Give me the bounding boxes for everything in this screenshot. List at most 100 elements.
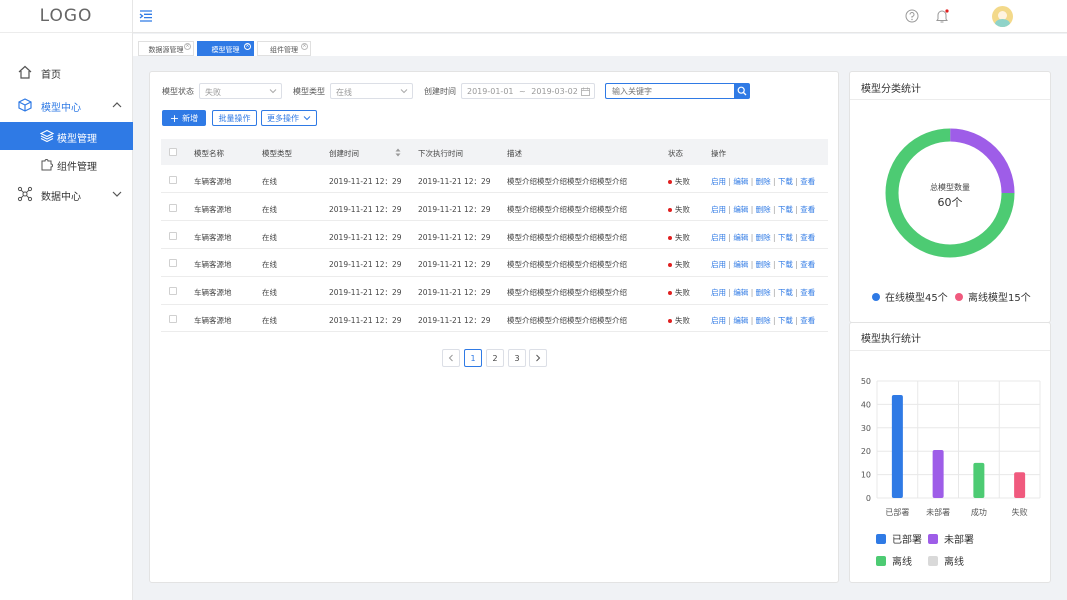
bar-3[interactable]: [1014, 472, 1026, 498]
pagination-page[interactable]: 1: [464, 349, 482, 367]
view-link[interactable]: 查看: [800, 233, 815, 242]
status-select[interactable]: 失败: [199, 83, 282, 99]
tab-model-management[interactable]: 模型管理 ×: [197, 41, 254, 56]
view-link[interactable]: 查看: [800, 177, 815, 186]
cell-actions: 启用 | 编辑 | 删除 | 下载 | 查看: [711, 287, 815, 298]
search-input[interactable]: [605, 83, 734, 99]
cell-next-run: 2019-11-21 12：29: [418, 177, 491, 186]
enable-link[interactable]: 启用: [711, 233, 726, 242]
sort-icon[interactable]: [395, 148, 401, 157]
bar-2[interactable]: [973, 462, 985, 498]
separator: |: [728, 316, 731, 325]
delete-link[interactable]: 删除: [756, 260, 771, 269]
tab-component-management[interactable]: 组件管理 ×: [257, 41, 311, 56]
cell-actions: 启用 | 编辑 | 删除 | 下载 | 查看: [711, 204, 815, 215]
batch-operation-button[interactable]: 批量操作: [212, 110, 257, 126]
status-filter-label: 模型状态: [162, 87, 194, 96]
col-header-created[interactable]: 创建时间: [329, 148, 359, 159]
enable-link[interactable]: 启用: [711, 288, 726, 297]
view-link[interactable]: 查看: [800, 288, 815, 297]
sidebar-item-data-center[interactable]: 数据中心: [0, 180, 133, 208]
delete-link[interactable]: 删除: [756, 233, 771, 242]
row-checkbox[interactable]: [169, 176, 177, 184]
edit-link[interactable]: 编辑: [733, 288, 748, 297]
enable-link[interactable]: 启用: [711, 205, 726, 214]
enable-link[interactable]: 启用: [711, 177, 726, 186]
y-tick-label: 20: [861, 447, 871, 456]
close-icon[interactable]: ×: [184, 43, 191, 50]
row-checkbox[interactable]: [169, 232, 177, 240]
tab-datasource-management[interactable]: 数据源管理 ×: [138, 41, 194, 56]
help-icon[interactable]: [905, 9, 919, 23]
separator: |: [773, 233, 776, 242]
legend-dot: [872, 292, 880, 301]
pagination-page[interactable]: 3: [508, 349, 526, 367]
status-select-value: 失败: [205, 88, 221, 97]
type-select[interactable]: 在线: [330, 83, 413, 99]
pagination-prev-button[interactable]: [442, 349, 460, 367]
chevron-up-icon: [112, 102, 122, 108]
cell-created: 2019-11-21 12：29: [329, 288, 402, 297]
download-link[interactable]: 下载: [778, 233, 793, 242]
download-link[interactable]: 下载: [778, 177, 793, 186]
row-checkbox[interactable]: [169, 204, 177, 212]
chevron-down-icon: [400, 89, 408, 94]
edit-link[interactable]: 编辑: [733, 205, 748, 214]
search-button[interactable]: [734, 83, 750, 99]
avatar[interactable]: [992, 6, 1013, 27]
delete-link[interactable]: 删除: [756, 205, 771, 214]
cell-next-run: 2019-11-21 12：29: [418, 316, 491, 325]
pagination-page[interactable]: 2: [486, 349, 504, 367]
sidebar-item-model-center[interactable]: 模型中心: [0, 91, 133, 119]
row-checkbox[interactable]: [169, 315, 177, 323]
menu-fold-icon[interactable]: [139, 10, 153, 22]
delete-link[interactable]: 删除: [756, 288, 771, 297]
legend-label: 离线: [892, 557, 912, 568]
enable-link[interactable]: 启用: [711, 260, 726, 269]
status-dot: [668, 180, 672, 184]
col-header-actions: 操作: [711, 149, 726, 158]
edit-link[interactable]: 编辑: [733, 177, 748, 186]
status-text: 失败: [675, 260, 690, 269]
bell-icon[interactable]: [934, 8, 950, 24]
select-all-checkbox[interactable]: [169, 148, 177, 156]
download-link[interactable]: 下载: [778, 205, 793, 214]
bar-0[interactable]: [891, 395, 903, 498]
chevron-down-icon: [303, 116, 311, 121]
view-link[interactable]: 查看: [800, 260, 815, 269]
col-header-next-run: 下次执行时间: [418, 149, 463, 158]
sidebar-subitem-component-management[interactable]: 组件管理: [0, 150, 133, 178]
sidebar-subitem-model-management[interactable]: 模型管理: [0, 122, 133, 150]
sidebar-subitem-label: 模型管理: [57, 134, 97, 145]
row-checkbox[interactable]: [169, 259, 177, 267]
legend-label: 在线模型45个: [885, 293, 948, 304]
bar-1[interactable]: [932, 450, 944, 498]
close-icon[interactable]: ×: [301, 43, 308, 50]
cell-next-run: 2019-11-21 12：29: [418, 205, 491, 214]
pagination-next-button[interactable]: [529, 349, 547, 367]
view-link[interactable]: 查看: [800, 316, 815, 325]
cell-name: 车辆客源地: [194, 288, 232, 297]
cell-type: 在线: [262, 316, 277, 325]
date-range-picker[interactable]: 2019-01-01 ~ 2019-03-02: [461, 83, 595, 99]
close-icon[interactable]: ×: [244, 43, 251, 50]
add-button[interactable]: + 新增: [162, 110, 206, 126]
sidebar-item-home[interactable]: 首页: [0, 58, 133, 86]
row-checkbox[interactable]: [169, 287, 177, 295]
date-separator: ~: [519, 87, 526, 96]
download-link[interactable]: 下载: [778, 316, 793, 325]
edit-link[interactable]: 编辑: [733, 260, 748, 269]
delete-link[interactable]: 删除: [756, 316, 771, 325]
delete-link[interactable]: 删除: [756, 177, 771, 186]
enable-link[interactable]: 启用: [711, 316, 726, 325]
type-filter-label: 模型类型: [293, 87, 325, 96]
status-text: 失败: [675, 316, 690, 325]
plus-icon: +: [169, 111, 180, 125]
download-link[interactable]: 下载: [778, 288, 793, 297]
edit-link[interactable]: 编辑: [733, 233, 748, 242]
view-link[interactable]: 查看: [800, 205, 815, 214]
edit-link[interactable]: 编辑: [733, 316, 748, 325]
legend-label: 已部署: [892, 535, 922, 546]
more-operations-dropdown[interactable]: 更多操作: [261, 110, 317, 126]
download-link[interactable]: 下载: [778, 260, 793, 269]
